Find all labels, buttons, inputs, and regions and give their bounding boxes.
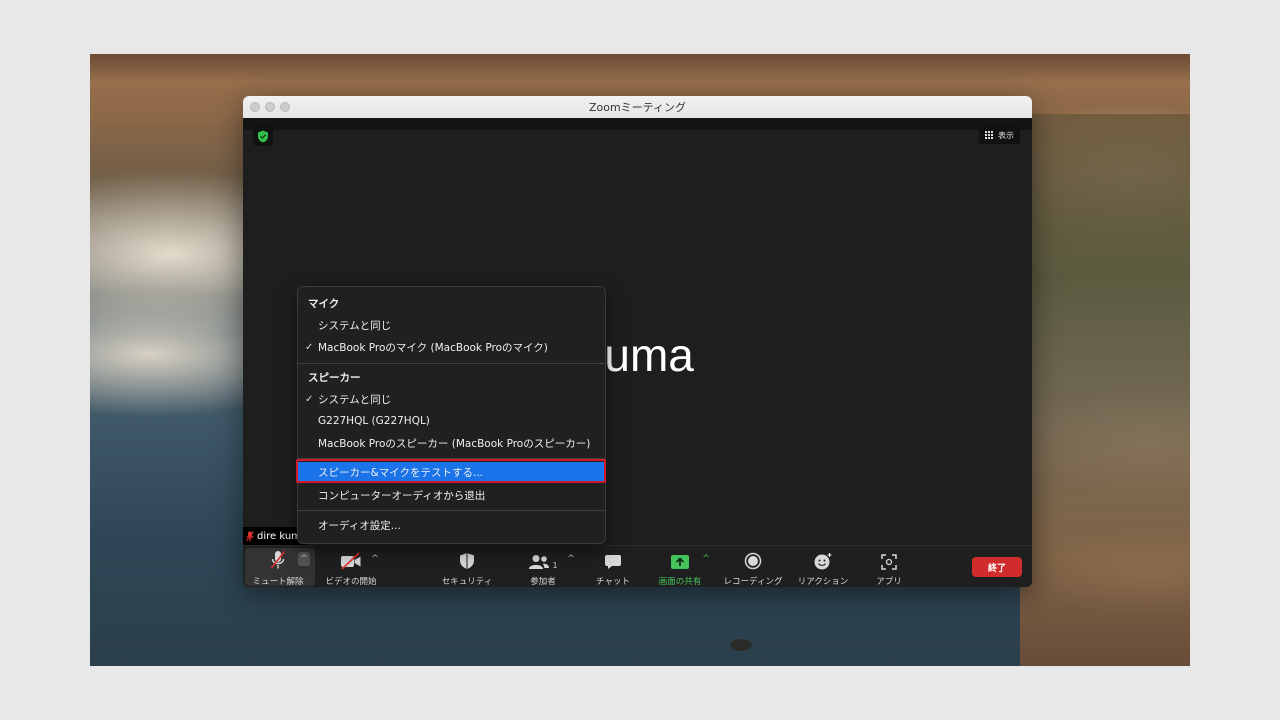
speaker-option-label: システムと同じ [318, 393, 392, 406]
record-icon [744, 552, 762, 570]
participant-name-label: dire kum [257, 530, 301, 542]
mic-option-system[interactable]: システムと同じ [298, 315, 605, 335]
checkmark-icon: ✓ [305, 341, 314, 353]
checkmark-icon: ✓ [305, 393, 314, 405]
annotation-highlight-box [296, 459, 606, 483]
participants-chevron-icon[interactable]: ^ [565, 552, 577, 566]
mic-option-label: MacBook Proのマイク (MacBook Proのマイク) [318, 341, 548, 354]
share-screen-label: 画面の共有 [658, 577, 702, 587]
security-label: セキュリティ [441, 577, 493, 587]
audio-options-chevron-icon[interactable]: ^ [298, 552, 310, 566]
audio-options-menu: マイク システムと同じ ✓ MacBook Proのマイク (MacBook P… [297, 286, 606, 544]
title-bar[interactable]: Zoomミーティング [243, 96, 1032, 119]
chat-button[interactable]: チャット [593, 550, 633, 587]
mic-section-header: マイク [308, 298, 340, 310]
speaker-option-g227hql[interactable]: G227HQL (G227HQL) [298, 411, 605, 431]
speaker-option-macbook[interactable]: MacBook Proのスピーカー (MacBook Proのスピーカー) [298, 433, 605, 453]
mic-option-macbook[interactable]: ✓ MacBook Proのマイク (MacBook Proのマイク) [298, 337, 605, 357]
leave-computer-audio-item[interactable]: コンピューターオーディオから退出 [298, 485, 605, 505]
top-strip [243, 118, 1032, 130]
end-meeting-button[interactable]: 終了 [972, 557, 1022, 577]
view-label: 表示 [998, 130, 1014, 140]
reactions-label: リアクション [797, 577, 849, 587]
security-button[interactable]: セキュリティ [439, 550, 495, 587]
start-video-label: ビデオの開始 [325, 577, 377, 587]
leave-computer-audio-label: コンピューターオーディオから退出 [318, 489, 486, 502]
speaker-option-system[interactable]: ✓ システムと同じ [298, 389, 605, 409]
reactions-button[interactable]: リアクション [795, 550, 851, 587]
speaker-option-label: MacBook Proのスピーカー (MacBook Proのスピーカー) [318, 437, 591, 450]
unmute-button[interactable]: ミュート解除 [252, 550, 304, 587]
muted-mic-icon [270, 551, 286, 569]
encryption-shield-icon[interactable] [253, 126, 273, 146]
grid-icon [985, 130, 994, 140]
security-shield-icon [460, 553, 474, 569]
share-screen-icon [671, 555, 689, 569]
participants-count: 1 [552, 561, 558, 570]
menu-divider [298, 510, 605, 511]
window-title: Zoomミーティング [588, 101, 687, 114]
speaker-section-header: スピーカー [308, 372, 361, 384]
wallpaper-coastline [1020, 114, 1190, 666]
apps-label: アプリ [876, 577, 902, 587]
audio-settings-item[interactable]: オーディオ設定... [298, 515, 605, 535]
mic-option-label: システムと同じ [318, 319, 392, 332]
participants-icon [529, 555, 550, 569]
chat-icon [605, 555, 621, 569]
apps-icon [881, 554, 897, 570]
apps-button[interactable]: アプリ [869, 550, 909, 587]
video-options-chevron-icon[interactable]: ^ [369, 552, 381, 566]
speaker-option-label: G227HQL (G227HQL) [318, 415, 430, 427]
share-screen-button[interactable]: 画面の共有 [655, 550, 705, 587]
share-options-chevron-icon[interactable]: ^ [700, 552, 712, 566]
view-button[interactable]: 表示 [979, 126, 1020, 144]
meeting-toolbar: ミュート解除 ^ ビデオの開始 ^ セキュリティ 1 参加者 ^ チャット 画面… [243, 545, 1032, 587]
chat-label: チャット [596, 577, 630, 587]
participants-button[interactable]: 1 参加者 [523, 550, 563, 587]
unmute-label: ミュート解除 [252, 577, 304, 587]
recording-label: レコーディング [723, 577, 783, 587]
participants-label: 参加者 [530, 577, 556, 587]
muted-mic-icon [246, 530, 254, 541]
audio-settings-label: オーディオ設定... [318, 519, 401, 532]
video-off-icon [341, 552, 361, 570]
menu-divider [298, 363, 605, 364]
recording-button[interactable]: レコーディング [721, 550, 785, 587]
wallpaper-rock [730, 639, 752, 651]
reaction-smiley-icon [814, 553, 832, 570]
